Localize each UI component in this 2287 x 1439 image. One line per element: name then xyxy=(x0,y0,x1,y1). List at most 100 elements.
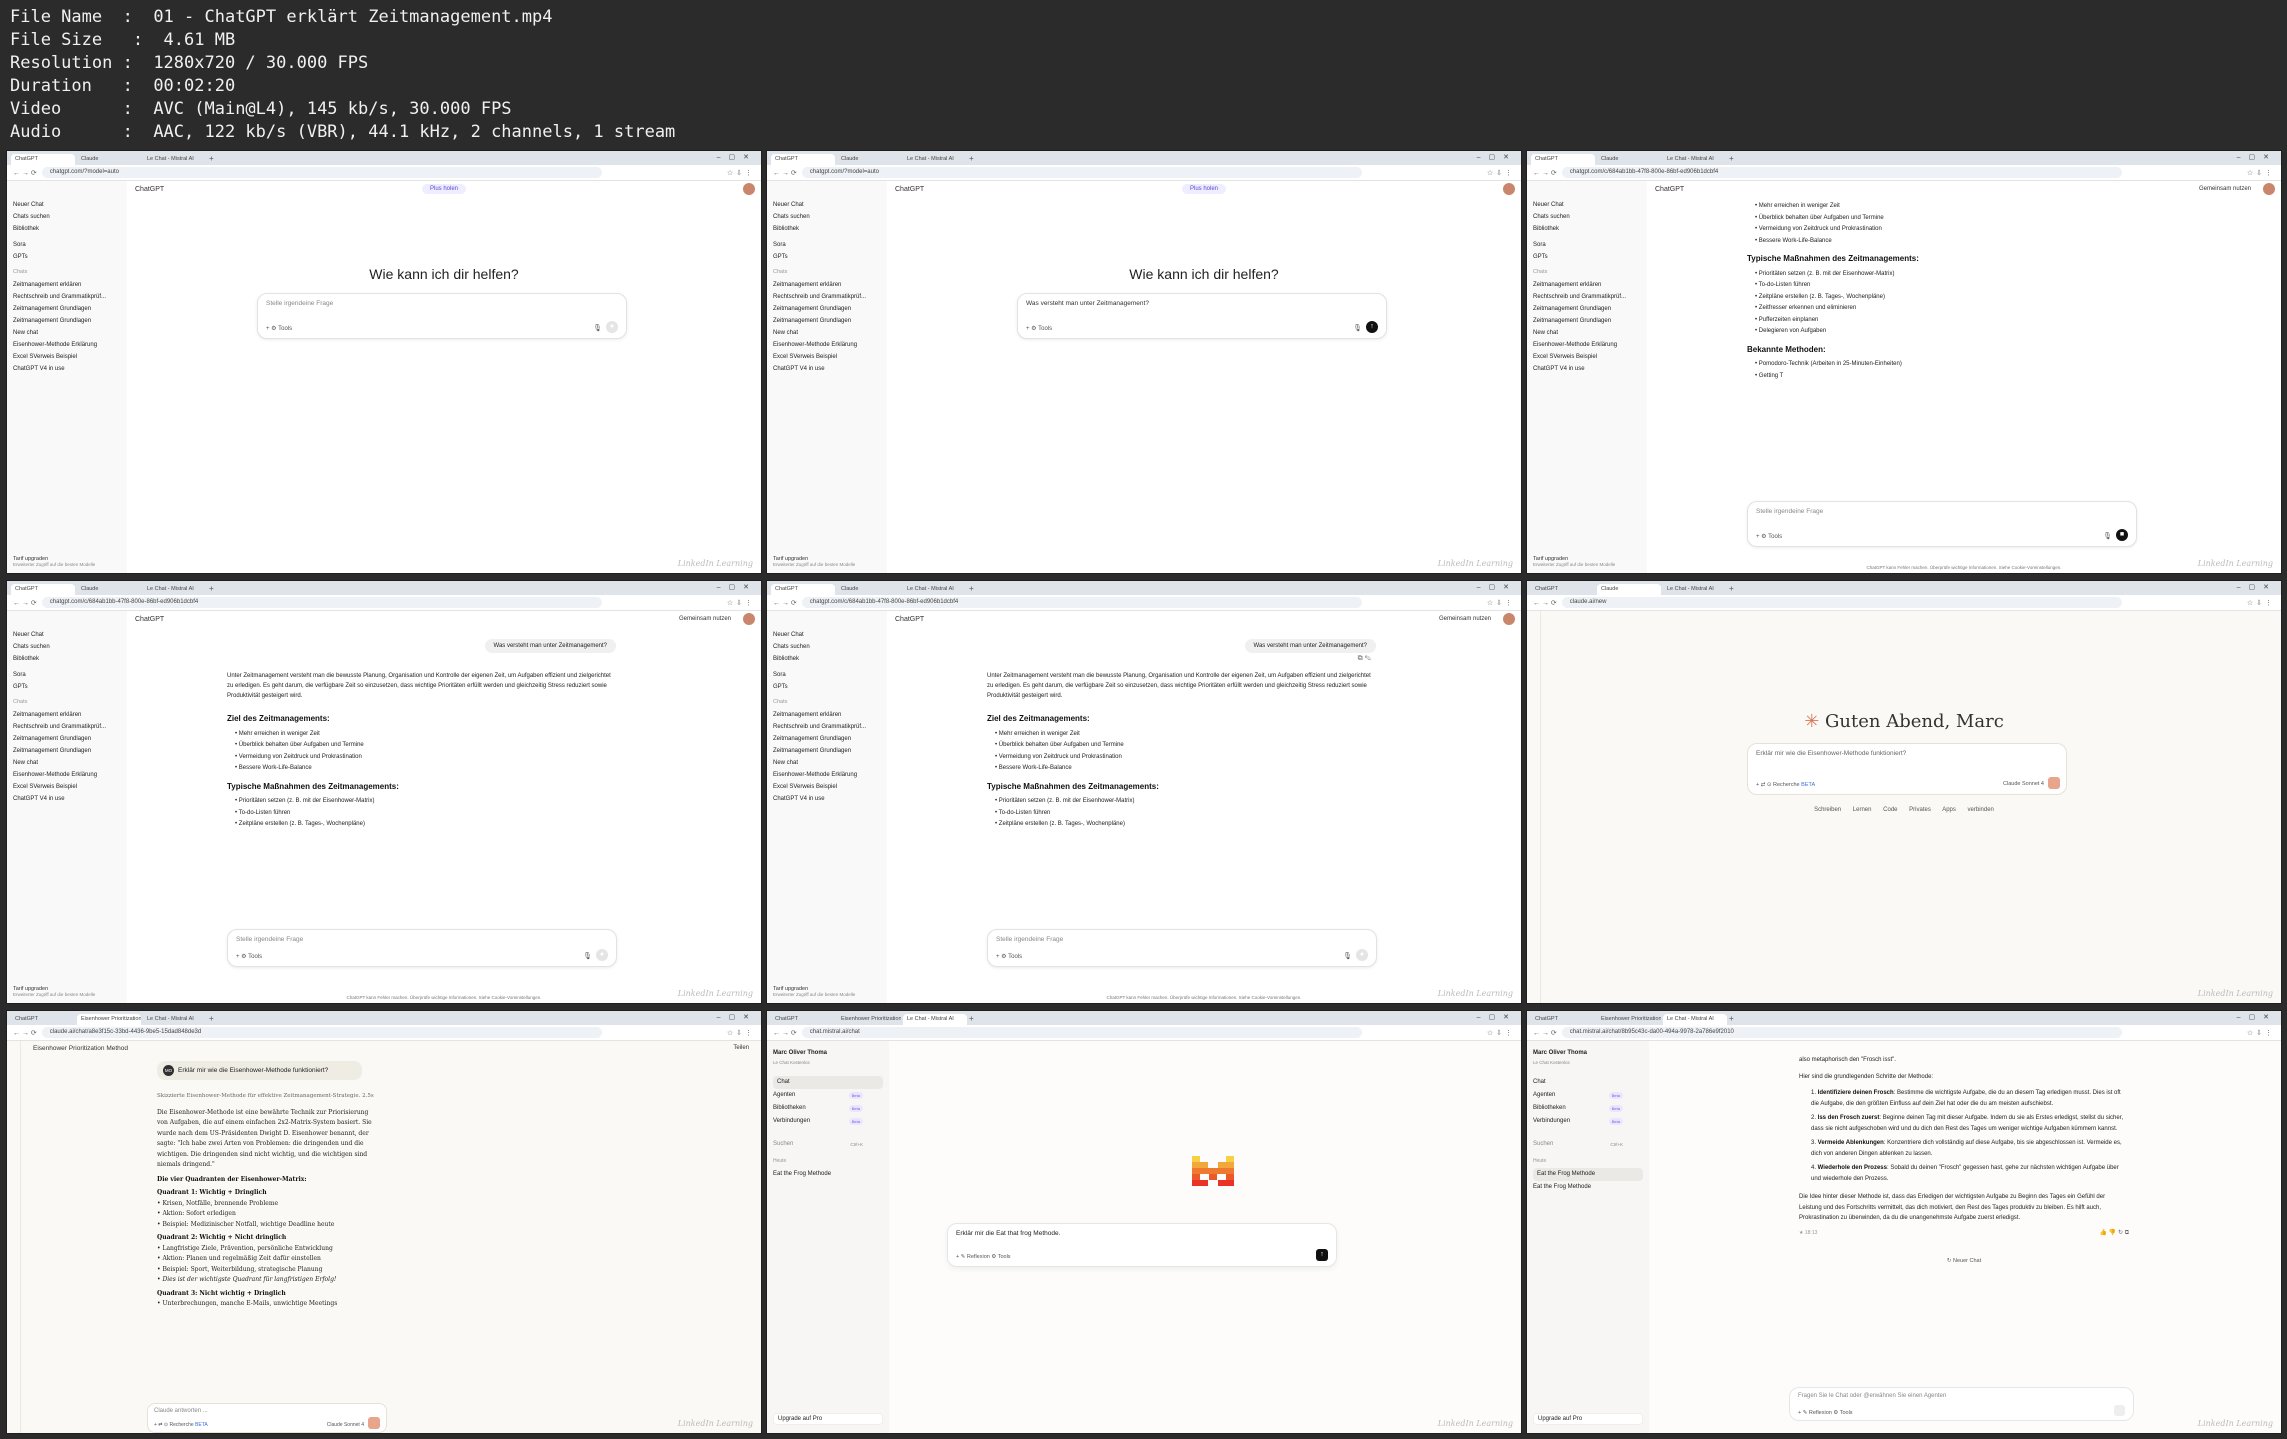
history-item[interactable]: Eat the Frog Methode xyxy=(773,1168,883,1181)
composer-tools[interactable]: + ✎ Reflexion ⚙ Tools xyxy=(956,1254,1011,1260)
upgrade-plan[interactable]: Tarif upgraden Erweiterter Zugriff auf di… xyxy=(773,556,855,567)
sidebar-libraries[interactable]: Bibliotheken Beta xyxy=(1533,1102,1643,1115)
chat-item[interactable]: Eisenhower-Methode Erklärung xyxy=(13,769,121,781)
url-field[interactable]: chat.mistral.ai/chat xyxy=(801,1027,1362,1038)
new-tab-button[interactable]: + xyxy=(209,154,219,165)
plus-button[interactable]: Plus holen xyxy=(1181,184,1227,194)
chat-item[interactable]: New chat xyxy=(13,757,121,769)
action-learn[interactable]: Lernen xyxy=(1853,807,1872,813)
feedback-icons[interactable]: 👍 👎 ↻ ⧉ xyxy=(2100,1228,2129,1239)
window-controls[interactable]: –▢✕ xyxy=(1477,583,1517,591)
prompt-composer[interactable]: Erklär mir die Eat that frog Methode. + … xyxy=(947,1223,1337,1267)
back-forward-icon[interactable]: ← → ⟳ xyxy=(1533,169,1557,177)
sidebar-search-chats[interactable]: Chats suchen xyxy=(13,641,121,653)
window-controls[interactable]: –▢✕ xyxy=(1477,153,1517,161)
back-forward-icon[interactable]: ← → ⟳ xyxy=(13,169,37,177)
chat-item[interactable]: Rechtschreib und Grammatikprüf... xyxy=(13,291,121,303)
tab-claude[interactable]: Claude xyxy=(77,584,141,595)
avatar[interactable] xyxy=(1503,183,1515,195)
tab-claude[interactable]: Claude xyxy=(1597,154,1661,165)
model-selector[interactable]: ChatGPT xyxy=(135,616,164,623)
sidebar-search-chats[interactable]: Chats suchen xyxy=(773,211,881,223)
tab-chatgpt[interactable]: ChatGPT xyxy=(771,154,835,165)
tab-claude[interactable]: Eisenhower Prioritization Method xyxy=(1597,1014,1661,1025)
tab-chatgpt[interactable]: ChatGPT xyxy=(771,1014,835,1025)
chat-item[interactable]: Zeitmanagement Grundlagen xyxy=(1533,303,1641,315)
tools-button[interactable]: + ⚙ Tools xyxy=(1756,533,1782,540)
model-selector[interactable]: ChatGPT xyxy=(1655,186,1684,193)
history-item-active[interactable]: Eat the Frog Methode xyxy=(1533,1168,1643,1181)
chat-item[interactable]: Eisenhower-Methode Erklärung xyxy=(773,339,881,351)
prompt-composer[interactable]: Erklär mir wie die Eisenhower-Methode fu… xyxy=(1747,743,2067,795)
share-button[interactable]: Gemeinsam nutzen xyxy=(2199,186,2251,192)
new-tab-button[interactable]: + xyxy=(209,584,219,595)
sidebar-sora[interactable]: Sora xyxy=(13,669,121,681)
prompt-composer[interactable]: Stelle irgendeine Frage + ⚙ Tools 🎙 ● xyxy=(227,929,617,967)
sidebar-sora[interactable]: Sora xyxy=(13,239,121,251)
reply-composer[interactable]: Claude antworten ... + ⇄ ⊙ Recherche BET… xyxy=(147,1403,387,1433)
upgrade-plan[interactable]: Tarif upgraden Erweiterter Zugriff auf di… xyxy=(773,986,855,997)
chat-item[interactable]: Zeitmanagement Grundlagen xyxy=(773,745,881,757)
chat-item[interactable]: Zeitmanagement erklären xyxy=(13,279,121,291)
chat-title[interactable]: Eisenhower Prioritization Method xyxy=(33,1045,128,1052)
new-chat-button[interactable]: ↻ Neuer Chat xyxy=(1799,1256,2129,1267)
sidebar-new-chat[interactable]: Neuer Chat xyxy=(13,199,121,211)
chat-item[interactable]: Zeitmanagement Grundlagen xyxy=(13,733,121,745)
tools-button[interactable]: + ⚙ Tools xyxy=(266,325,292,332)
send-button[interactable]: ↑ xyxy=(1316,1249,1328,1261)
stop-button[interactable]: ■ xyxy=(2116,529,2128,541)
sidebar-new-chat[interactable]: Neuer Chat xyxy=(773,199,881,211)
tab-mistral[interactable]: Le Chat - Mistral AI xyxy=(903,584,967,595)
back-forward-icon[interactable]: ← → ⟳ xyxy=(773,599,797,607)
chat-item[interactable]: Eisenhower-Methode Erklärung xyxy=(773,769,881,781)
sidebar-sora[interactable]: Sora xyxy=(773,239,881,251)
chat-item[interactable]: Zeitmanagement Grundlagen xyxy=(773,315,881,327)
extensions-icon[interactable]: ☆⇩⋮ xyxy=(727,169,755,177)
new-tab-button[interactable]: + xyxy=(969,584,979,595)
tab-chatgpt[interactable]: ChatGPT xyxy=(11,154,75,165)
search-chats[interactable]: Suchen Ctrl+K xyxy=(1533,1138,1643,1151)
tab-claude[interactable]: Claude xyxy=(837,154,901,165)
prompt-input[interactable]: Fragen Sie le Chat oder @erwähnen Sie ei… xyxy=(1798,1393,1946,1399)
upgrade-plan[interactable]: Tarif upgraden Erweiterter Zugriff auf di… xyxy=(13,986,95,997)
mic-icon[interactable]: 🎙 xyxy=(583,952,592,960)
prompt-input[interactable]: Was versteht man unter Zeitmanagement? xyxy=(1026,300,1149,307)
sidebar-chat[interactable]: Chat xyxy=(773,1076,883,1089)
chat-item[interactable]: New chat xyxy=(773,757,881,769)
chat-item[interactable]: Rechtschreib und Grammatikprüf... xyxy=(13,721,121,733)
sidebar-search-chats[interactable]: Chats suchen xyxy=(1533,211,1641,223)
sidebar-gpts[interactable]: GPTs xyxy=(13,251,121,263)
tab-claude[interactable]: Claude xyxy=(77,154,141,165)
sidebar-new-chat[interactable]: Neuer Chat xyxy=(1533,199,1641,211)
chat-item[interactable]: ChatGPT V4 in use xyxy=(13,793,121,805)
mic-icon[interactable]: 🎙 xyxy=(1353,324,1362,332)
tab-mistral[interactable]: Le Chat - Mistral AI xyxy=(1663,154,1727,165)
url-field[interactable]: chatgpt.com/?model=auto xyxy=(801,167,1362,178)
back-forward-icon[interactable]: ← → ⟳ xyxy=(1533,1029,1557,1037)
extensions-icon[interactable]: ☆⇩⋮ xyxy=(727,1029,755,1037)
mic-icon[interactable]: 🎙 xyxy=(2103,532,2112,540)
url-field[interactable]: chatgpt.com/c/684ab1bb-47f8-800e-86bf-ed… xyxy=(801,597,1362,608)
chat-item[interactable]: Eisenhower-Methode Erklärung xyxy=(1533,339,1641,351)
share-button[interactable]: Teilen xyxy=(733,1045,749,1051)
sidebar-libraries[interactable]: Bibliotheken Beta xyxy=(773,1102,883,1115)
window-controls[interactable]: –▢✕ xyxy=(717,1013,757,1021)
new-tab-button[interactable]: + xyxy=(1729,584,1739,595)
back-forward-icon[interactable]: ← → ⟳ xyxy=(13,599,37,607)
research-button[interactable]: + ⇄ ⊙ Recherche BETA xyxy=(1756,782,1815,788)
chat-item[interactable]: Zeitmanagement Grundlagen xyxy=(773,733,881,745)
chat-item[interactable]: New chat xyxy=(13,327,121,339)
extensions-icon[interactable]: ☆⇩⋮ xyxy=(2247,169,2275,177)
chat-item[interactable]: Excel SVerweis Beispiel xyxy=(13,351,121,363)
chat-item[interactable]: Zeitmanagement erklären xyxy=(773,279,881,291)
tab-chatgpt[interactable]: ChatGPT xyxy=(11,584,75,595)
prompt-input[interactable]: Stelle irgendeine Frage xyxy=(266,300,333,307)
new-tab-button[interactable]: + xyxy=(209,1014,219,1025)
sidebar-gpts[interactable]: GPTs xyxy=(773,681,881,693)
chat-item[interactable]: ChatGPT V4 in use xyxy=(773,363,881,375)
new-tab-button[interactable]: + xyxy=(969,154,979,165)
mic-icon[interactable]: 🎙 xyxy=(593,324,602,332)
upgrade-plan[interactable]: Tarif upgraden Erweiterter Zugriff auf di… xyxy=(1533,556,1615,567)
url-field[interactable]: chatgpt.com/?model=auto xyxy=(41,167,602,178)
sidebar-connections[interactable]: Verbindungen Beta xyxy=(1533,1115,1643,1128)
